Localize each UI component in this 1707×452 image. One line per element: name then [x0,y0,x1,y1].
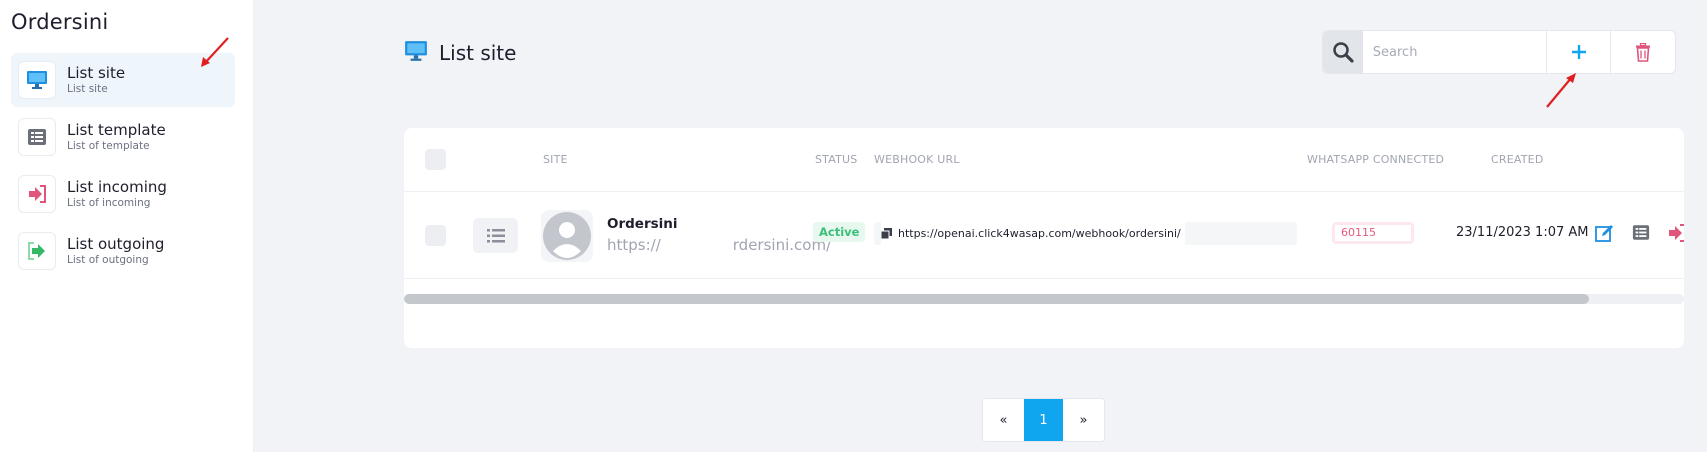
divider [404,191,1684,192]
webhook-url-text: https://openai.click4wasap.com/webhook/o… [898,227,1181,240]
whatsapp-badge: 60115 [1332,222,1414,244]
created-date: 23/11/2023 1:07 AM [1456,225,1589,240]
scrollbar-thumb[interactable] [404,294,1589,304]
list-icon [486,228,505,242]
column-header-webhook: WEBHOOK URL [874,153,960,166]
sidebar-item-list-template[interactable]: List template List of template [11,110,235,164]
list-template-icon [18,118,56,156]
select-all-checkbox[interactable] [425,149,446,170]
add-site-button[interactable] [1545,31,1611,73]
horizontal-scrollbar[interactable] [404,294,1684,304]
site-url[interactable]: https://rdersini.com/ [607,236,831,254]
column-header-site: SITE [543,153,568,166]
trash-icon [1636,42,1651,62]
avatar [541,210,593,262]
page-header: List site [404,40,516,66]
sidebar-item-list-incoming[interactable]: List incoming List of incoming [11,167,235,221]
sidebar-item-label: List outgoing [67,235,165,253]
sidebar-item-label: List incoming [67,178,167,196]
whatsapp-number: 60115 [1335,225,1411,241]
row-checkbox[interactable] [425,225,446,246]
pagination: « 1 » [982,398,1105,442]
site-url-prefix: https:// [607,236,661,254]
column-header-created: CREATED [1491,153,1544,166]
copy-icon[interactable] [881,228,892,239]
monitor-icon [404,40,428,66]
row-menu-button[interactable] [473,218,518,253]
site-name: Ordersini [607,216,678,232]
sidebar-item-sublabel: List of template [67,140,150,152]
sidebar-item-sublabel: List of outgoing [67,254,149,266]
sign-in-icon[interactable] [1667,224,1684,242]
sign-in-icon [18,175,56,213]
annotation-arrow-icon [1546,73,1576,108]
user-avatar-icon [543,212,591,260]
sites-table: SITE STATUS WEBHOOK URL WHATSAPP CONNECT… [404,128,1684,348]
sidebar-item-sublabel: List of incoming [67,197,151,209]
webhook-url-field[interactable]: https://openai.click4wasap.com/webhook/o… [874,222,1297,245]
list-template-icon[interactable] [1632,224,1650,241]
sign-out-icon [18,232,56,270]
sidebar-item-list-outgoing[interactable]: List outgoing List of outgoing [11,224,235,278]
search-button[interactable] [1323,31,1363,73]
sidebar-item-label: List site [67,64,126,82]
page-title: List site [439,41,517,65]
plus-icon [1571,45,1586,59]
column-header-whatsapp: WHATSAPP CONNECTED [1307,153,1445,166]
search-input[interactable] [1362,31,1546,73]
pagination-next[interactable]: » [1063,399,1104,441]
delete-button[interactable] [1610,31,1675,73]
pagination-prev[interactable]: « [983,399,1024,441]
annotation-arrow-icon [201,37,229,67]
sidebar-item-sublabel: List site [67,83,108,95]
edit-icon[interactable] [1595,223,1615,243]
brand-title: Ordersini [11,10,109,34]
status-badge: Active [813,222,866,242]
divider [404,278,1684,279]
sidebar-item-label: List template [67,121,166,139]
monitor-icon [18,61,56,99]
search-icon [1333,42,1354,63]
column-header-status: STATUS [815,153,858,166]
pagination-page-1[interactable]: 1 [1024,399,1063,441]
toolbar [1322,30,1676,74]
